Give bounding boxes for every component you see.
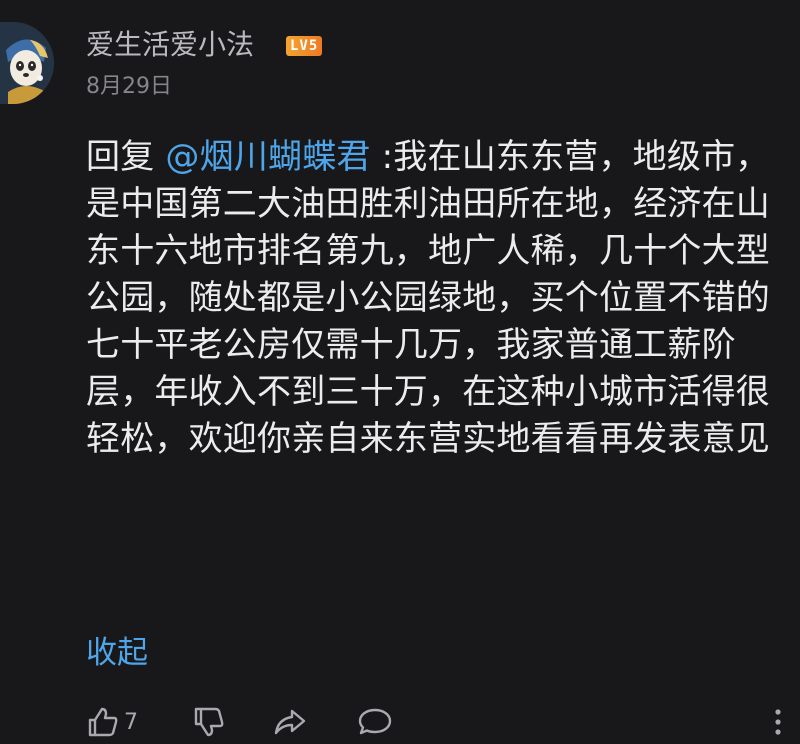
- more-vertical-icon: [774, 707, 782, 737]
- collapse-link[interactable]: 收起: [86, 632, 148, 674]
- thumbs-down-icon: [192, 705, 226, 739]
- comment-body: 回复 @烟川蝴蝶君 :我在山东东营，地级市，是中国第二大油田胜利油田所在地，经济…: [86, 134, 776, 463]
- share-button[interactable]: [272, 700, 308, 744]
- avatar-image: [0, 22, 54, 104]
- reply-button[interactable]: [356, 700, 394, 744]
- more-button[interactable]: [766, 700, 790, 744]
- like-count: 7: [124, 709, 138, 735]
- comment-author[interactable]: 爱生活爱小法: [86, 27, 254, 63]
- thumbs-up-icon: [86, 705, 120, 739]
- reply-prefix: 回复: [86, 137, 166, 177]
- avatar[interactable]: [0, 22, 54, 104]
- mention-link[interactable]: @烟川蝴蝶君: [165, 137, 370, 177]
- comment-icon: [356, 705, 394, 739]
- level-badge: LV5: [286, 36, 323, 56]
- dislike-button[interactable]: [192, 700, 226, 744]
- comment-date: 8月29日: [86, 74, 172, 99]
- comment-content: :我在山东东营，地级市，是中国第二大油田胜利油田所在地，经济在山东十六地市排名第…: [86, 137, 770, 459]
- like-button[interactable]: 7: [86, 700, 138, 744]
- share-icon: [272, 705, 308, 739]
